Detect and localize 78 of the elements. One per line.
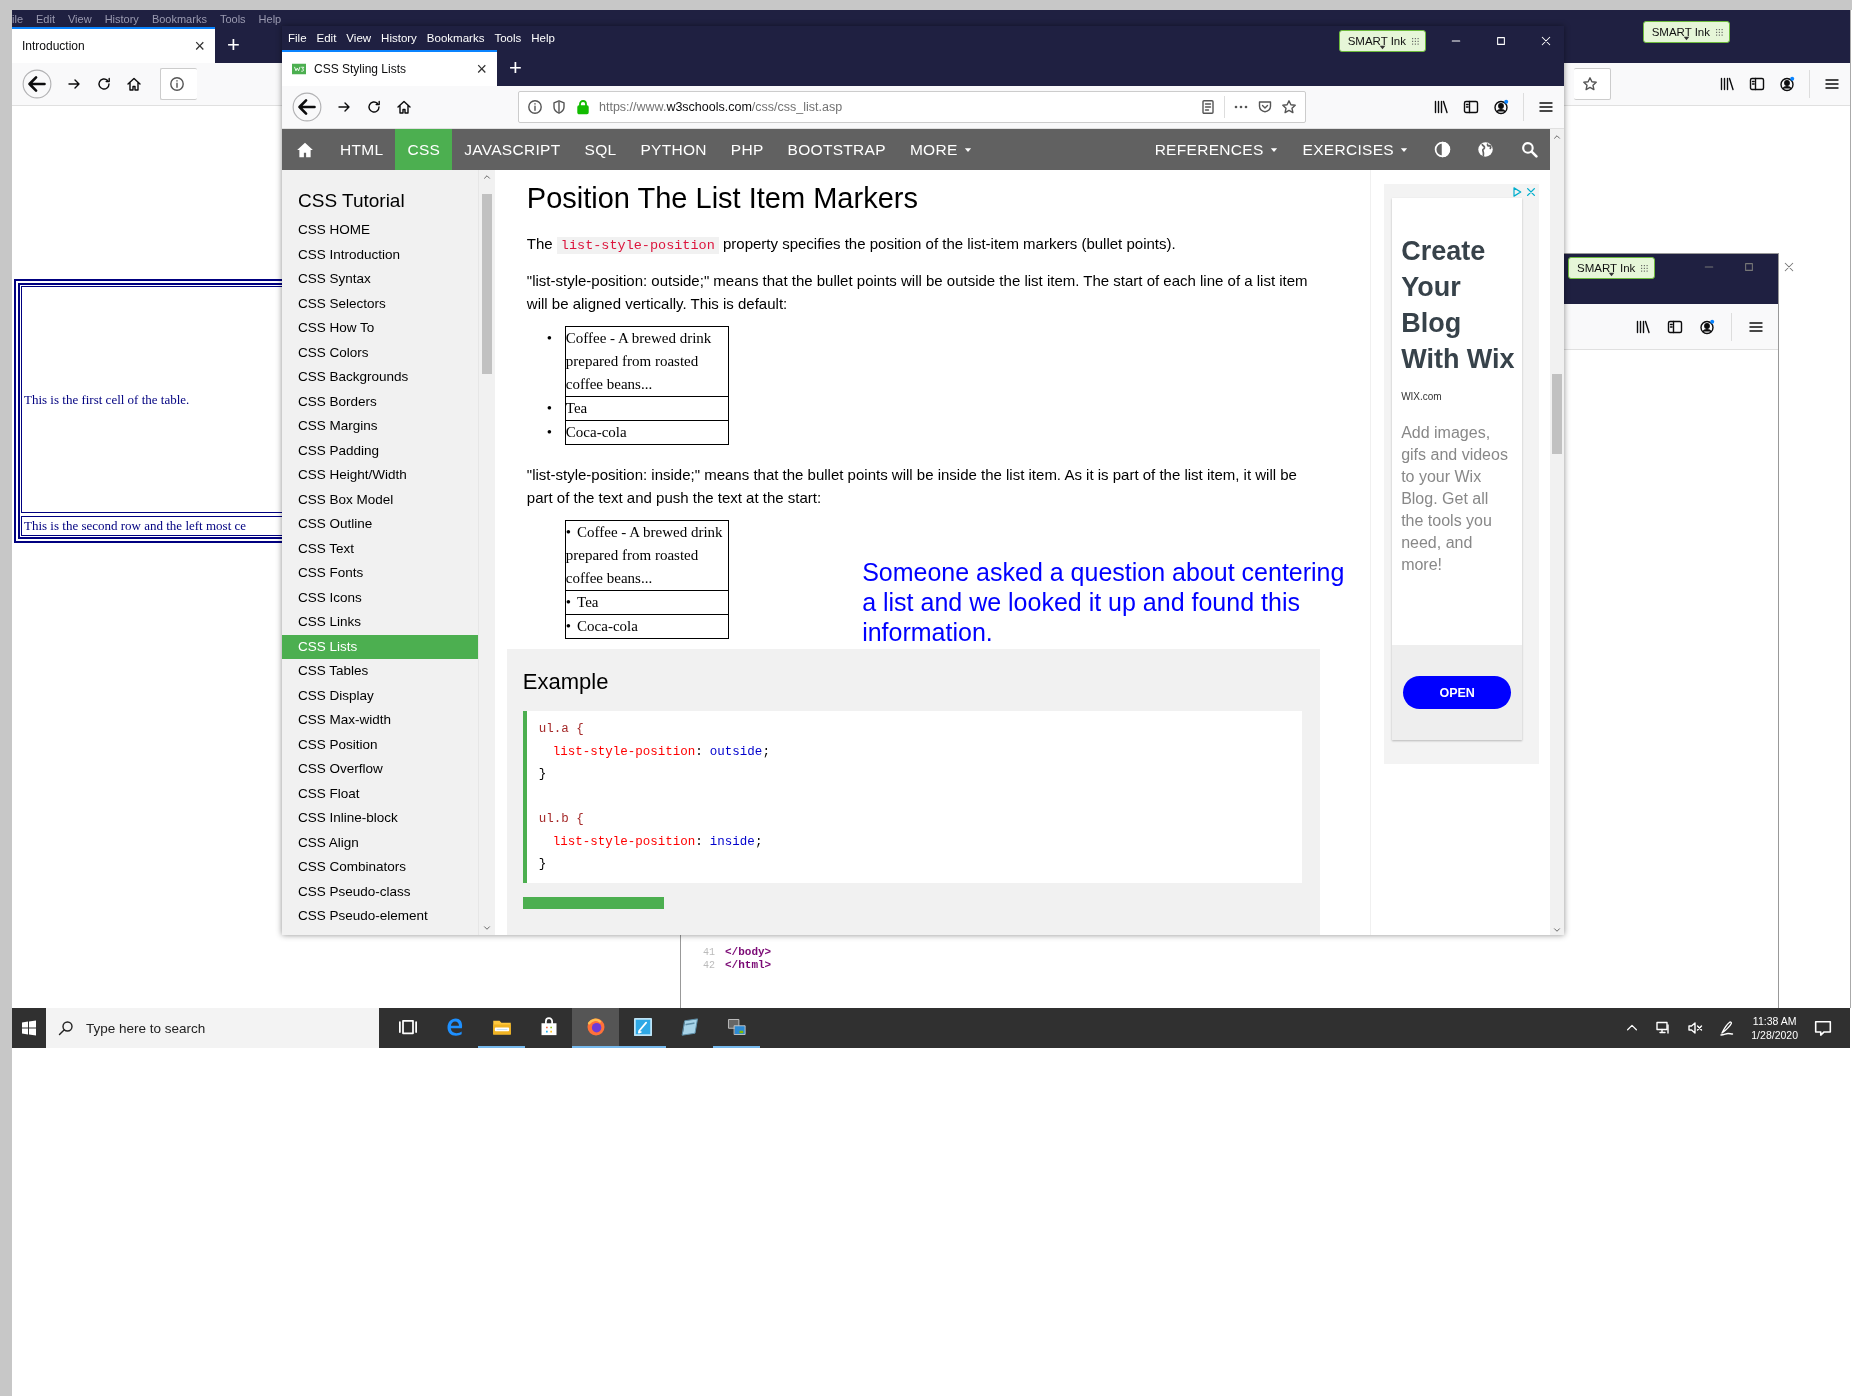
annotation-text: Someone asked a question about centering a list and we looked it up and found this information. <box>862 557 1346 647</box>
code-line: } <box>538 856 548 873</box>
list-item: • Tea <box>564 590 729 615</box>
paragraph: The list-style-position property specifies the position of the list-item markers (bullet points). <box>526 234 1177 256</box>
nav-tab[interactable]: JAVASCRIPT <box>452 129 573 170</box>
menu-item[interactable]: ile <box>12 12 23 25</box>
sidebar-item[interactable]: CSS Overflow <box>282 757 478 782</box>
code-line: } <box>538 766 548 783</box>
open-button[interactable]: OPEN <box>1403 676 1512 709</box>
sidebar-item[interactable]: CSS Align <box>282 830 478 855</box>
menu-item[interactable]: Bookmarks <box>151 12 207 25</box>
url-text: https://www.w3schools.com/css/css_list.asp <box>599 100 843 114</box>
sidebar-item[interactable]: CSS Combinators <box>282 855 478 880</box>
menu-item[interactable]: Edit <box>36 12 55 25</box>
code-line: list-style-position: outside; <box>551 743 771 761</box>
code-line: </body> <box>725 946 772 959</box>
new-tab-button[interactable]: + <box>497 50 534 86</box>
menu-item[interactable]: Edit <box>316 32 337 44</box>
smart-ink-button[interactable]: SMART Ink <box>1642 21 1730 43</box>
menu-item[interactable]: History <box>381 32 417 44</box>
list-item: • Coffee - A brewed drink prepared from roasted coffee beans... <box>564 520 729 591</box>
line-number: 42 <box>703 959 715 972</box>
new-tab-button[interactable]: + <box>215 27 252 63</box>
menu-item[interactable]: Help <box>258 12 282 25</box>
example-title: Example <box>522 669 610 695</box>
sidebar-item[interactable]: CSS Position <box>282 732 478 757</box>
code-line: ul.a { <box>538 721 585 738</box>
sidebar-title: CSS Tutorial <box>298 189 406 213</box>
menu-item[interactable]: View <box>68 12 92 25</box>
nav-tab[interactable]: PHP <box>718 129 776 170</box>
nav-tab[interactable]: HTML <box>328 129 396 170</box>
paragraph: "list-style-position: outside;" means that the bullet points will be outside the list item. The start of each line of a list item will be aligned vertically. This is default: <box>526 271 1309 314</box>
list-item: • Tea <box>546 397 1309 421</box>
ad-text: Add images, gifs and videos to your Wix Blog. Get all the tools you need, and more! <box>1401 423 1509 575</box>
sidebar-item[interactable]: CSS Introduction <box>282 242 478 267</box>
menu-item[interactable]: Help <box>531 32 555 44</box>
smart-ink-button[interactable]: SMART Ink <box>1568 257 1656 279</box>
menu-item[interactable]: View <box>346 32 372 44</box>
menu-item[interactable]: Tools <box>494 32 522 44</box>
menu-item[interactable]: Tools <box>219 12 246 25</box>
sidebar-item[interactable]: CSS Pseudo-element <box>282 904 478 929</box>
clock[interactable]: 11:38 AM 1/28/2020 <box>1751 1014 1798 1042</box>
code-line: </html> <box>725 959 772 972</box>
sidebar-item[interactable]: CSS Tables <box>282 659 478 684</box>
nav-tab[interactable]: BOOTSTRAP <box>775 129 898 170</box>
line-number: 41 <box>703 946 715 959</box>
sidebar-item[interactable]: CSS Max-width <box>282 708 478 733</box>
smart-ink-button[interactable]: SMART Ink <box>1338 30 1426 52</box>
nav-tab[interactable]: MORE <box>897 129 985 170</box>
sidebar-item[interactable]: CSS Pseudo-class <box>282 879 478 904</box>
sidebar-item[interactable]: CSS Icons <box>282 585 478 610</box>
paragraph: "list-style-position: inside;" means that the bullet points will be inside the list item. As it is part of the list item, it will be part of the text and push the text at the start: <box>526 465 1298 508</box>
sidebar-item[interactable]: CSS Links <box>282 610 478 635</box>
nav-tab[interactable]: EXERCISES <box>1290 129 1421 170</box>
ad-headline: Create Your Blog With Wix <box>1401 235 1516 376</box>
nav-tab[interactable]: REFERENCES <box>1142 129 1291 170</box>
menu-item[interactable]: Bookmarks <box>426 32 485 44</box>
ad-source: WIX.com <box>1401 391 1443 402</box>
page-heading: Position The List Item Markers <box>526 181 919 216</box>
sidebar-item[interactable]: CSS Float <box>282 781 478 806</box>
code-line: list-style-position: inside; <box>551 833 764 851</box>
list-item: • Coca-cola <box>564 614 729 639</box>
sidebar-item[interactable]: CSS Display <box>282 683 478 708</box>
address-field[interactable]: https://www.w3schools.com/css/css_list.asp <box>518 91 1306 123</box>
nav-tab[interactable]: PYTHON <box>628 129 719 170</box>
sidebar-item[interactable]: CSS Text <box>282 536 478 561</box>
list-item: • Coffee - A brewed drink prepared from roasted coffee beans... <box>546 327 1309 397</box>
menu-item[interactable]: File <box>288 32 307 44</box>
list-item: • Coca-cola <box>546 421 1309 445</box>
browser-tab[interactable]: Introduction × <box>12 27 215 63</box>
sidebar-item[interactable]: CSS Inline-block <box>282 806 478 831</box>
browser-tab[interactable]: CSS Styling Lists × <box>282 50 497 86</box>
menu-item[interactable]: History <box>104 12 139 25</box>
search-field[interactable]: Type here to search <box>46 1008 379 1048</box>
nav-tab[interactable]: SQL <box>572 129 629 170</box>
sidebar-item[interactable]: CSS Fonts <box>282 561 478 586</box>
sidebar-item[interactable]: CSS HOME <box>282 218 478 243</box>
code-line: ul.b { <box>538 811 585 828</box>
